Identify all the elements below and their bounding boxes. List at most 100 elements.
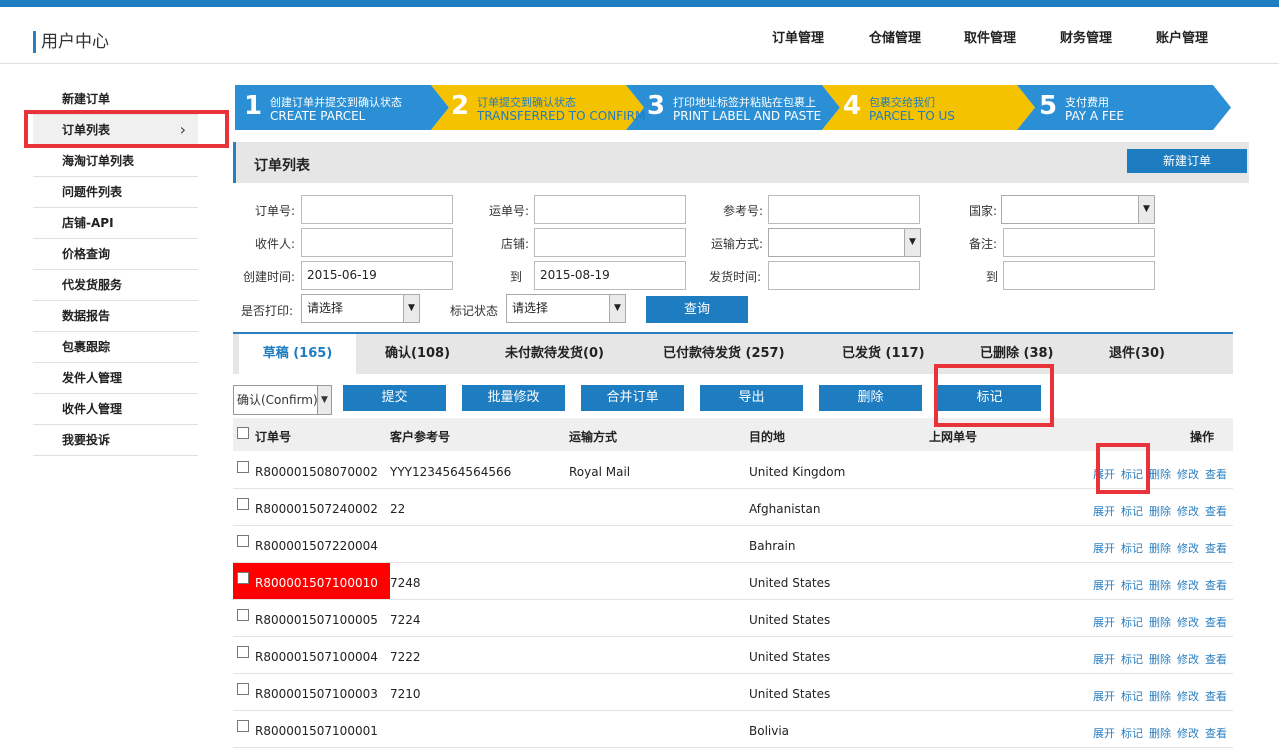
- edit-link[interactable]: 修改: [1177, 616, 1199, 629]
- view-link[interactable]: 查看: [1205, 579, 1227, 592]
- sidebar-item-shop-api[interactable]: 店铺-API: [33, 208, 198, 239]
- delete-link[interactable]: 删除: [1149, 727, 1171, 740]
- batch-edit-button[interactable]: 批量修改: [462, 385, 565, 411]
- ref-no-input[interactable]: [768, 195, 920, 224]
- sidebar-item-receiver-management[interactable]: 收件人管理: [33, 394, 198, 425]
- view-link[interactable]: 查看: [1205, 727, 1227, 740]
- delete-button[interactable]: 删除: [819, 385, 922, 411]
- nav-order-management[interactable]: 订单管理: [772, 27, 824, 46]
- sidebar-item-parcel-tracking[interactable]: 包裹跟踪: [33, 332, 198, 363]
- mark-status-select[interactable]: 请选择 ▼: [506, 294, 626, 323]
- row-checkbox[interactable]: [237, 572, 249, 584]
- view-link[interactable]: 查看: [1205, 468, 1227, 481]
- mark-link[interactable]: 标记: [1121, 690, 1143, 703]
- order-no-input[interactable]: [301, 195, 453, 224]
- country-select[interactable]: ▼: [1001, 195, 1155, 224]
- edit-link[interactable]: 修改: [1177, 727, 1199, 740]
- shop-input[interactable]: [534, 228, 686, 257]
- row-checkbox[interactable]: [237, 683, 249, 695]
- expand-link[interactable]: 展开: [1093, 690, 1115, 703]
- mark-link[interactable]: 标记: [1121, 579, 1143, 592]
- ship-time-to-input[interactable]: [1003, 261, 1155, 290]
- sidebar-item-dropship-service[interactable]: 代发货服务: [33, 270, 198, 301]
- expand-link[interactable]: 展开: [1093, 542, 1115, 555]
- edit-link[interactable]: 修改: [1177, 542, 1199, 555]
- view-link[interactable]: 查看: [1205, 542, 1227, 555]
- created-to-input[interactable]: 2015-08-19: [534, 261, 686, 290]
- column-header-destination: 目的地: [749, 430, 786, 444]
- delete-link[interactable]: 删除: [1149, 542, 1171, 555]
- created-from-input[interactable]: 2015-06-19: [301, 261, 453, 290]
- status-action-select[interactable]: 确认(Confirm) ▼: [233, 385, 332, 415]
- shipping-method-select[interactable]: ▼: [768, 228, 921, 257]
- nav-pickup-management[interactable]: 取件管理: [964, 27, 1016, 46]
- expand-link[interactable]: 展开: [1093, 727, 1115, 740]
- mark-link[interactable]: 标记: [1121, 653, 1143, 666]
- tab-paid[interactable]: 已付款待发货 (257): [663, 334, 785, 374]
- nav-account-management[interactable]: 账户管理: [1156, 27, 1208, 46]
- printed-select[interactable]: 请选择 ▼: [301, 294, 420, 323]
- view-link[interactable]: 查看: [1205, 616, 1227, 629]
- mark-link[interactable]: 标记: [1121, 542, 1143, 555]
- delete-link[interactable]: 删除: [1149, 579, 1171, 592]
- mark-link[interactable]: 标记: [1121, 616, 1143, 629]
- ship-time-from-input[interactable]: [768, 261, 920, 290]
- edit-link[interactable]: 修改: [1177, 579, 1199, 592]
- view-link[interactable]: 查看: [1205, 505, 1227, 518]
- tab-confirmed[interactable]: 确认(108): [385, 334, 450, 374]
- waybill-no-input[interactable]: [534, 195, 686, 224]
- row-checkbox[interactable]: [237, 535, 249, 547]
- export-button[interactable]: 导出: [700, 385, 803, 411]
- delete-link[interactable]: 删除: [1149, 653, 1171, 666]
- row-checkbox[interactable]: [237, 720, 249, 732]
- expand-link[interactable]: 展开: [1093, 616, 1115, 629]
- row-actions: 展开 标记 删除 修改 查看: [1087, 577, 1227, 593]
- sidebar-item-problem-parcels[interactable]: 问题件列表: [33, 177, 198, 208]
- delete-link[interactable]: 删除: [1149, 505, 1171, 518]
- nav-warehouse-management[interactable]: 仓储管理: [869, 27, 921, 46]
- step-3: 3 打印地址标签并粘贴在包裹上 PRINT LABEL AND PASTE: [638, 85, 828, 130]
- edit-link[interactable]: 修改: [1177, 690, 1199, 703]
- step-en-label: PRINT LABEL AND PASTE: [673, 109, 822, 123]
- delete-link[interactable]: 删除: [1149, 690, 1171, 703]
- remark-input[interactable]: [1003, 228, 1155, 257]
- select-all-checkbox[interactable]: [237, 427, 249, 439]
- mark-link[interactable]: 标记: [1121, 727, 1143, 740]
- step-cn-label: 支付费用: [1065, 96, 1109, 109]
- tab-unpaid[interactable]: 未付款待发货(0): [505, 334, 604, 374]
- edit-link[interactable]: 修改: [1177, 468, 1199, 481]
- view-link[interactable]: 查看: [1205, 653, 1227, 666]
- sidebar-item-haitao-orders[interactable]: 海淘订单列表: [33, 146, 198, 177]
- view-link[interactable]: 查看: [1205, 690, 1227, 703]
- order-id-cell: R800001507100010: [233, 563, 390, 599]
- table-row: R800001507220004 Bahrain 展开 标记 删除 修改 查看: [233, 526, 1233, 563]
- annotation-box-mark-button: [934, 364, 1054, 427]
- sidebar-item-sender-management[interactable]: 发件人管理: [33, 363, 198, 394]
- submit-button[interactable]: 提交: [343, 385, 446, 411]
- expand-link[interactable]: 展开: [1093, 505, 1115, 518]
- tab-shipped[interactable]: 已发货 (117): [842, 334, 925, 374]
- nav-finance-management[interactable]: 财务管理: [1060, 27, 1112, 46]
- receiver-input[interactable]: [301, 228, 453, 257]
- sidebar-item-data-report[interactable]: 数据报告: [33, 301, 198, 332]
- section-title: 订单列表: [254, 158, 310, 174]
- delete-link[interactable]: 删除: [1149, 468, 1171, 481]
- edit-link[interactable]: 修改: [1177, 653, 1199, 666]
- query-button[interactable]: 查询: [646, 296, 748, 323]
- new-order-button[interactable]: 新建订单: [1127, 149, 1247, 173]
- expand-link[interactable]: 展开: [1093, 579, 1115, 592]
- merge-orders-button[interactable]: 合并订单: [581, 385, 684, 411]
- shipping-method: Royal Mail: [569, 465, 631, 479]
- edit-link[interactable]: 修改: [1177, 505, 1199, 518]
- row-checkbox[interactable]: [237, 498, 249, 510]
- row-checkbox[interactable]: [237, 646, 249, 658]
- delete-link[interactable]: 删除: [1149, 616, 1171, 629]
- sidebar-item-complaint[interactable]: 我要投诉: [33, 425, 198, 456]
- row-checkbox[interactable]: [237, 609, 249, 621]
- row-checkbox[interactable]: [237, 461, 249, 473]
- expand-link[interactable]: 展开: [1093, 653, 1115, 666]
- tab-draft[interactable]: 草稿 (165): [239, 334, 356, 374]
- mark-link[interactable]: 标记: [1121, 505, 1143, 518]
- sidebar-item-price-query[interactable]: 价格查询: [33, 239, 198, 270]
- tab-returned[interactable]: 退件(30): [1109, 334, 1165, 374]
